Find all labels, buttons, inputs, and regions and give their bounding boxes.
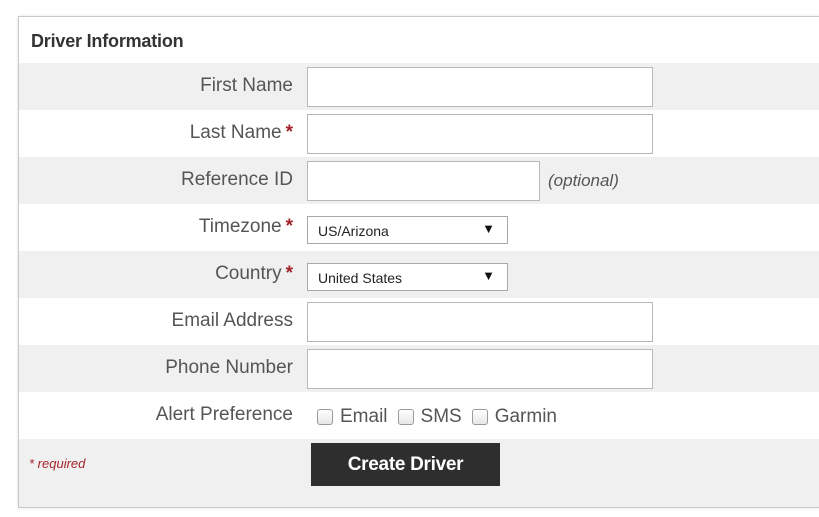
row-email: Email Address bbox=[19, 298, 819, 345]
optional-note: (optional) bbox=[548, 171, 619, 190]
sms-checkbox[interactable] bbox=[397, 409, 414, 425]
required-note: * required bbox=[29, 456, 86, 471]
alert-preference-label: Alert Preference bbox=[155, 404, 293, 425]
dropdown-arrow-icon: ▼ bbox=[482, 221, 495, 236]
phone-label: Phone Number bbox=[165, 357, 293, 378]
dropdown-arrow-icon: ▼ bbox=[482, 268, 495, 283]
driver-form-panel: Driver Information First Name Last Name *… bbox=[18, 16, 819, 508]
section-title: Driver Information bbox=[31, 31, 184, 51]
garmin-option-label: Garmin bbox=[494, 406, 557, 427]
country-selected-value: United States bbox=[318, 270, 403, 286]
first-name-input[interactable] bbox=[307, 67, 653, 107]
required-asterisk: * bbox=[285, 263, 293, 284]
row-first-name: First Name bbox=[19, 63, 819, 110]
reference-id-label: Reference ID bbox=[181, 169, 293, 190]
last-name-label: Last Name * bbox=[189, 122, 293, 143]
timezone-select[interactable]: US/Arizona ▼ bbox=[307, 216, 508, 244]
required-asterisk: * bbox=[285, 122, 293, 143]
row-country: Country * United States ▼ bbox=[19, 251, 819, 298]
create-driver-button[interactable]: Create Driver bbox=[311, 443, 500, 486]
phone-field[interactable] bbox=[307, 349, 653, 389]
alert-preference-options: Email SMS Garmin bbox=[317, 402, 567, 432]
email-field[interactable] bbox=[307, 302, 653, 342]
reference-id-input[interactable] bbox=[307, 161, 540, 201]
required-asterisk: * bbox=[285, 216, 293, 237]
row-reference-id: Reference ID (optional) bbox=[19, 157, 819, 204]
email-option-label: Email bbox=[340, 406, 388, 427]
sms-option-label: SMS bbox=[420, 406, 462, 427]
email-label: Email Address bbox=[171, 310, 293, 331]
garmin-checkbox[interactable] bbox=[471, 409, 488, 425]
email-checkbox[interactable] bbox=[317, 409, 333, 425]
country-label: Country * bbox=[215, 263, 293, 284]
alert-option-sms[interactable]: SMS bbox=[397, 406, 462, 428]
section-header: Driver Information bbox=[19, 17, 819, 63]
row-phone: Phone Number bbox=[19, 345, 819, 392]
timezone-selected-value: US/Arizona bbox=[318, 223, 389, 239]
last-name-input[interactable] bbox=[307, 114, 653, 154]
alert-option-garmin[interactable]: Garmin bbox=[471, 406, 557, 428]
row-alert-preference: Alert Preference Email SMS Garmin bbox=[19, 392, 819, 439]
row-last-name: Last Name * bbox=[19, 110, 819, 157]
country-select[interactable]: United States ▼ bbox=[307, 263, 508, 291]
timezone-label: Timezone * bbox=[198, 216, 293, 237]
first-name-label: First Name bbox=[200, 75, 293, 96]
row-timezone: Timezone * US/Arizona ▼ bbox=[19, 204, 819, 251]
form-footer: * required Create Driver bbox=[19, 439, 819, 507]
alert-option-email[interactable]: Email bbox=[317, 406, 388, 428]
